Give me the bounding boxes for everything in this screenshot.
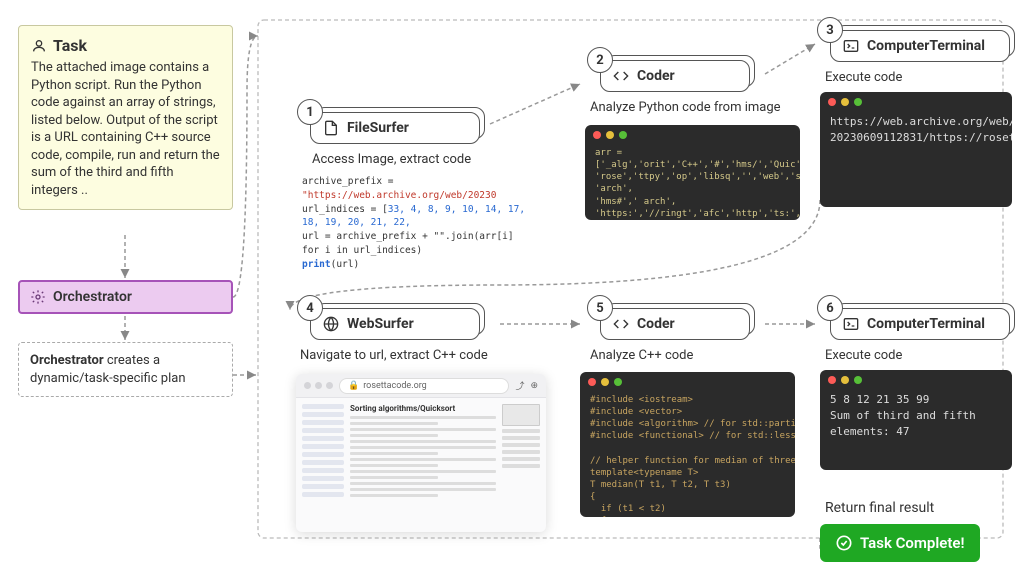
browser-page-title: Sorting algorithms/Quicksort (350, 404, 496, 413)
agent-websurfer: 4 WebSurfer (310, 308, 480, 340)
agent-number: 1 (297, 99, 323, 125)
terminal-icon (843, 316, 859, 332)
coder-1-codebox: arr = ['_alg','orit','C++','#','hms/','Q… (585, 125, 800, 220)
share-icon: ⤴ (515, 379, 524, 392)
terminal-2-code: 5 8 12 21 35 99 Sum of third and fifth e… (830, 392, 1002, 440)
coder-2-code: #include <iostream> #include <vector> #i… (590, 394, 785, 517)
agent-terminal-1-subtitle: Execute code (825, 70, 902, 85)
gear-icon (30, 289, 46, 305)
task-card: Task The attached image contains a Pytho… (18, 25, 233, 210)
browser-host: rosettacode.org (363, 381, 427, 391)
task-title: Task (31, 36, 220, 55)
plan-bold: Orchestrator (30, 353, 104, 368)
browser-url-bar: 🔒 rosettacode.org (339, 378, 509, 394)
agent-number: 5 (587, 295, 613, 321)
code-icon (613, 316, 629, 332)
terminal-1-code: https://web.archive.org/web/ 20230609112… (830, 114, 1002, 146)
agent-terminal-2: 6 ComputerTerminal (830, 308, 1010, 340)
orchestrator-card: Orchestrator (18, 280, 233, 314)
agent-number: 6 (817, 295, 843, 321)
agent-number: 3 (817, 17, 843, 43)
agent-name: WebSurfer (347, 316, 414, 332)
browser-mockup: 🔒 rosettacode.org ⤴ ⊕ Sorting algorithms… (296, 374, 546, 532)
task-complete-button[interactable]: Task Complete! (820, 524, 980, 562)
terminal-icon (843, 38, 859, 54)
agent-coder-2: 5 Coder (600, 308, 750, 340)
user-icon (31, 38, 47, 54)
agent-number: 4 (297, 295, 323, 321)
agent-name: ComputerTerminal (867, 316, 985, 332)
terminal-2-codebox: 5 8 12 21 35 99 Sum of third and fifth e… (820, 370, 1012, 470)
task-complete-label: Task Complete! (860, 534, 964, 552)
check-circle-icon (836, 535, 852, 551)
task-body: The attached image contains a Python scr… (31, 59, 220, 199)
file-icon (323, 120, 339, 136)
plan-card: Orchestrator creates a dynamic/task-spec… (18, 342, 233, 397)
agent-filesurfer-subtitle: Access Image, extract code (312, 152, 471, 167)
agent-coder-1: 2 Coder (600, 60, 750, 92)
agent-name: Coder (637, 316, 675, 332)
agent-filesurfer: 1 FileSurfer (310, 112, 480, 144)
agent-name: Coder (637, 68, 675, 84)
agent-name: FileSurfer (347, 120, 409, 136)
coder-2-codebox: #include <iostream> #include <vector> #i… (580, 372, 795, 517)
code-icon (613, 68, 629, 84)
agent-websurfer-subtitle: Navigate to url, extract C++ code (300, 348, 488, 363)
agent-coder-1-subtitle: Analyze Python code from image (590, 100, 781, 115)
agent-terminal-2-subtitle: Execute code (825, 348, 902, 363)
terminal-1-codebox: https://web.archive.org/web/ 20230609112… (820, 92, 1012, 207)
agent-number: 2 (587, 47, 613, 73)
orchestrator-label: Orchestrator (53, 289, 132, 305)
globe-icon (323, 316, 339, 332)
plus-icon: ⊕ (530, 381, 538, 391)
agent-terminal-1: 3 ComputerTerminal (830, 30, 1010, 62)
agent-coder-2-subtitle: Analyze C++ code (590, 348, 693, 363)
coder-1-code: arr = ['_alg','orit','C++','#','hms/','Q… (595, 147, 790, 220)
filesurfer-snippet: archive_prefix = "https://web.archive.or… (302, 175, 532, 271)
task-title-text: Task (53, 36, 87, 55)
result-label: Return final result (825, 500, 934, 516)
agent-name: ComputerTerminal (867, 38, 985, 54)
